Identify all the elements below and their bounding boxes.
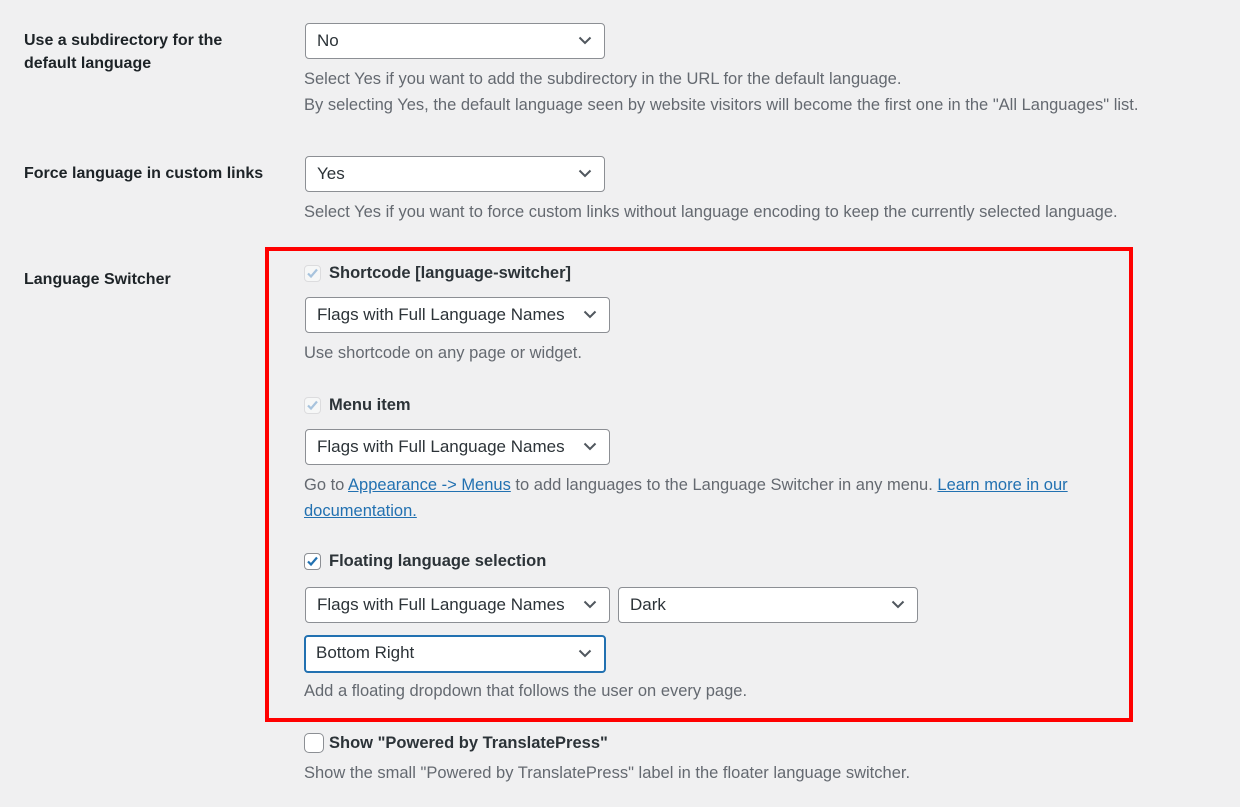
subdirectory-select[interactable]: No: [305, 23, 605, 59]
subdirectory-description-line1: Select Yes if you want to add the subdir…: [304, 70, 902, 88]
menu-item-option: Menu item: [304, 396, 411, 414]
shortcode-description: Use shortcode on any page or widget.: [304, 344, 582, 362]
subdirectory-label: Use a subdirectory for the default langu…: [24, 29, 264, 75]
force-language-label: Force language in custom links: [24, 165, 264, 182]
appearance-menus-link[interactable]: Appearance -> Menus: [348, 476, 511, 494]
shortcode-checkbox[interactable]: [304, 264, 321, 282]
menu-item-description-line2: documentation.: [304, 498, 417, 524]
chevron-down-icon: [583, 310, 597, 319]
floating-checkbox-label: Floating language selection: [329, 551, 547, 570]
force-language-select-value: Yes: [317, 164, 345, 183]
language-switcher-label: Language Switcher: [24, 271, 171, 288]
menu-item-checkbox[interactable]: [304, 396, 321, 414]
floating-position-select[interactable]: Bottom Right: [304, 635, 606, 673]
floating-theme-select-value: Dark: [630, 595, 666, 614]
powered-by-option: Show "Powered by TranslatePress": [304, 733, 608, 753]
subdirectory-label-line2: default language: [24, 55, 152, 72]
force-language-select[interactable]: Yes: [305, 156, 605, 192]
menu-item-style-select[interactable]: Flags with Full Language Names: [305, 429, 610, 465]
chevron-down-icon: [578, 649, 592, 658]
chevron-down-icon: [583, 442, 597, 451]
shortcode-style-select[interactable]: Flags with Full Language Names: [305, 297, 610, 333]
learn-more-link-part2[interactable]: documentation.: [304, 502, 417, 520]
floating-theme-select[interactable]: Dark: [618, 587, 918, 623]
powered-by-description: Show the small "Powered by TranslatePres…: [304, 764, 911, 782]
chevron-down-icon: [578, 169, 592, 178]
menu-item-style-select-value: Flags with Full Language Names: [317, 437, 565, 456]
checkmark-icon: [307, 556, 318, 566]
powered-by-checkbox-label: Show "Powered by TranslatePress": [329, 733, 608, 752]
chevron-down-icon: [583, 600, 597, 609]
checkmark-icon: [307, 400, 318, 410]
shortcode-style-select-value: Flags with Full Language Names: [317, 305, 565, 324]
menu-item-desc-prefix: Go to: [304, 476, 349, 494]
chevron-down-icon: [578, 36, 592, 45]
floating-description: Add a floating dropdown that follows the…: [304, 682, 748, 700]
force-language-description: Select Yes if you want to force custom l…: [304, 203, 1118, 221]
checkmark-icon: [307, 268, 318, 278]
subdirectory-select-value: No: [317, 31, 339, 50]
shortcode-checkbox-label: Shortcode [language-switcher]: [329, 263, 572, 282]
learn-more-link-part1[interactable]: Learn more in our: [937, 476, 1067, 494]
subdirectory-label-line1: Use a subdirectory for the: [24, 32, 223, 49]
shortcode-option: Shortcode [language-switcher]: [304, 264, 571, 282]
subdirectory-description-line2: By selecting Yes, the default language s…: [304, 96, 1139, 114]
floating-position-select-value: Bottom Right: [316, 643, 415, 662]
menu-item-description-line1: Go to Appearance -> Menus to add languag…: [304, 472, 1068, 498]
menu-item-desc-middle: to add languages to the Language Switche…: [510, 476, 938, 494]
floating-option: Floating language selection: [304, 552, 546, 570]
floating-style-select[interactable]: Flags with Full Language Names: [305, 587, 610, 623]
menu-item-checkbox-label: Menu item: [329, 395, 411, 414]
powered-by-checkbox[interactable]: [304, 733, 324, 753]
floating-checkbox[interactable]: [304, 552, 321, 570]
floating-style-select-value: Flags with Full Language Names: [317, 595, 565, 614]
chevron-down-icon: [891, 600, 905, 609]
